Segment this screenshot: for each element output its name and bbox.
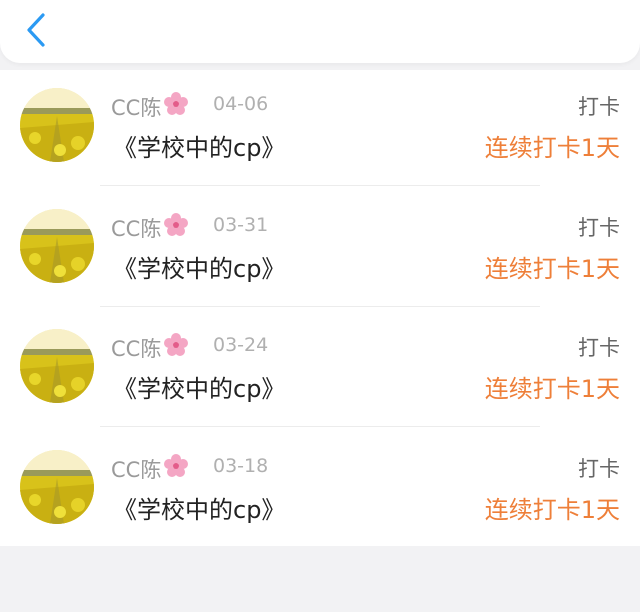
- user-name: CC陈: [111, 453, 189, 484]
- streak-label: 连续打卡1天: [484, 134, 620, 162]
- cherry-blossom-icon: [163, 91, 189, 122]
- divider: [100, 306, 540, 307]
- avatar[interactable]: [20, 329, 94, 403]
- streak-label: 连续打卡1天: [484, 375, 620, 403]
- checkin-date: 03-24: [213, 334, 269, 356]
- chevron-left-icon: [27, 13, 45, 47]
- avatar[interactable]: [20, 88, 94, 162]
- checkin-date: 03-31: [213, 214, 269, 236]
- divider: [100, 185, 540, 186]
- list-item[interactable]: CC陈 03-24 《学校中的cp》 打卡 连续打卡1天: [0, 311, 640, 431]
- divider: [100, 426, 540, 427]
- streak-label: 连续打卡1天: [484, 255, 620, 283]
- avatar[interactable]: [20, 450, 94, 524]
- cherry-blossom-icon: [163, 453, 189, 484]
- checkin-tag: 打卡: [578, 457, 620, 481]
- book-title: 《学校中的cp》: [113, 375, 286, 403]
- checkin-date: 04-06: [213, 93, 269, 115]
- book-title: 《学校中的cp》: [113, 255, 286, 283]
- avatar[interactable]: [20, 209, 94, 283]
- top-bar: [0, 0, 640, 63]
- book-title: 《学校中的cp》: [113, 134, 286, 162]
- user-name: CC陈: [111, 91, 189, 122]
- streak-label: 连续打卡1天: [484, 496, 620, 524]
- checkin-tag: 打卡: [578, 216, 620, 240]
- checkin-tag: 打卡: [578, 336, 620, 360]
- cherry-blossom-icon: [163, 212, 189, 243]
- checkin-tag: 打卡: [578, 95, 620, 119]
- user-name: CC陈: [111, 332, 189, 363]
- user-name: CC陈: [111, 212, 189, 243]
- list-item[interactable]: CC陈 03-31 《学校中的cp》 打卡 连续打卡1天: [0, 191, 640, 311]
- cherry-blossom-icon: [163, 332, 189, 363]
- list-item[interactable]: CC陈 04-06 《学校中的cp》 打卡 连续打卡1天: [0, 70, 640, 190]
- book-title: 《学校中的cp》: [113, 496, 286, 524]
- back-button[interactable]: [18, 10, 54, 50]
- checkin-date: 03-18: [213, 455, 269, 477]
- list-item[interactable]: CC陈 03-18 《学校中的cp》 打卡 连续打卡1天: [0, 432, 640, 552]
- checkin-list: CC陈 04-06 《学校中的cp》 打卡 连续打卡1天 CC陈 03-31 《…: [0, 70, 640, 546]
